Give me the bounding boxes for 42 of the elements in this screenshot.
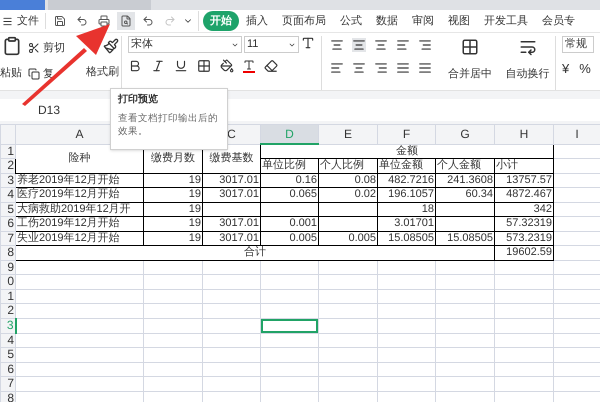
table-cell-text: 养老2019年12月开始 bbox=[16, 174, 121, 187]
table-cell-text: 19 bbox=[188, 232, 202, 245]
table-cell-text: 19 bbox=[188, 217, 202, 230]
table-cell-text: 0.005 bbox=[347, 232, 377, 245]
table-cell-text: 241.3608 bbox=[446, 174, 494, 187]
table-cell-text: 大病救助2019年12月开 bbox=[16, 202, 132, 216]
table-cell-text: 3017.01 bbox=[218, 217, 260, 230]
table-cell-text: 0.16 bbox=[294, 174, 318, 187]
table-cell-text: 15.08505 bbox=[387, 232, 435, 245]
table-cell: 金额 bbox=[260, 144, 554, 158]
table-cell: 个人金额 bbox=[436, 158, 494, 173]
table-cell-text: 医疗2019年12月开始 bbox=[16, 188, 121, 202]
table-cell-text: 15.08505 bbox=[446, 232, 494, 245]
table-cell-text: 19 bbox=[188, 188, 202, 202]
table-cell-text: 19 bbox=[188, 174, 202, 187]
table-cell: 单位金额 bbox=[378, 158, 436, 173]
table-cell-text: 0.065 bbox=[288, 188, 318, 202]
table-cell-text: 失业2019年12月开始 bbox=[16, 232, 121, 245]
table-cell-text: 18 bbox=[420, 202, 435, 216]
table-cell-text: 342 bbox=[532, 202, 553, 216]
table-cell-text: 0.02 bbox=[354, 188, 377, 202]
table-cell-text: 0.08 bbox=[354, 174, 377, 187]
table-cell-text: 4872.467 bbox=[505, 188, 553, 202]
table-cell-text: 19 bbox=[188, 202, 202, 216]
table-cell-text: 482.7216 bbox=[387, 174, 435, 187]
table-cell: 19602.59 bbox=[494, 246, 554, 260]
table-cell-text: 57.32319 bbox=[505, 217, 553, 230]
table-cell-text: 573.2319 bbox=[505, 232, 553, 245]
table-cell-text: 0.001 bbox=[288, 217, 318, 230]
table-cell-text: 3017.01 bbox=[218, 232, 260, 245]
table-cell-text: 196.1057 bbox=[387, 188, 435, 202]
table-cell-text: 工伤2019年12月开始 bbox=[16, 217, 121, 230]
table-cell: 合计 bbox=[16, 246, 494, 260]
table-cell-text: 3017.01 bbox=[218, 188, 260, 202]
table-cell-text: 13757.57 bbox=[505, 174, 553, 187]
table-cell-text: 60.34 bbox=[464, 188, 494, 202]
table-cell: 小计 bbox=[494, 158, 554, 173]
table-cell-text: 3.01701 bbox=[393, 217, 435, 230]
table-cell: 个人比例 bbox=[318, 158, 378, 173]
table-cell-text: 0.005 bbox=[288, 232, 318, 245]
table-cell-text: 3017.01 bbox=[218, 174, 260, 187]
table-cell: 单位比例 bbox=[260, 158, 318, 173]
